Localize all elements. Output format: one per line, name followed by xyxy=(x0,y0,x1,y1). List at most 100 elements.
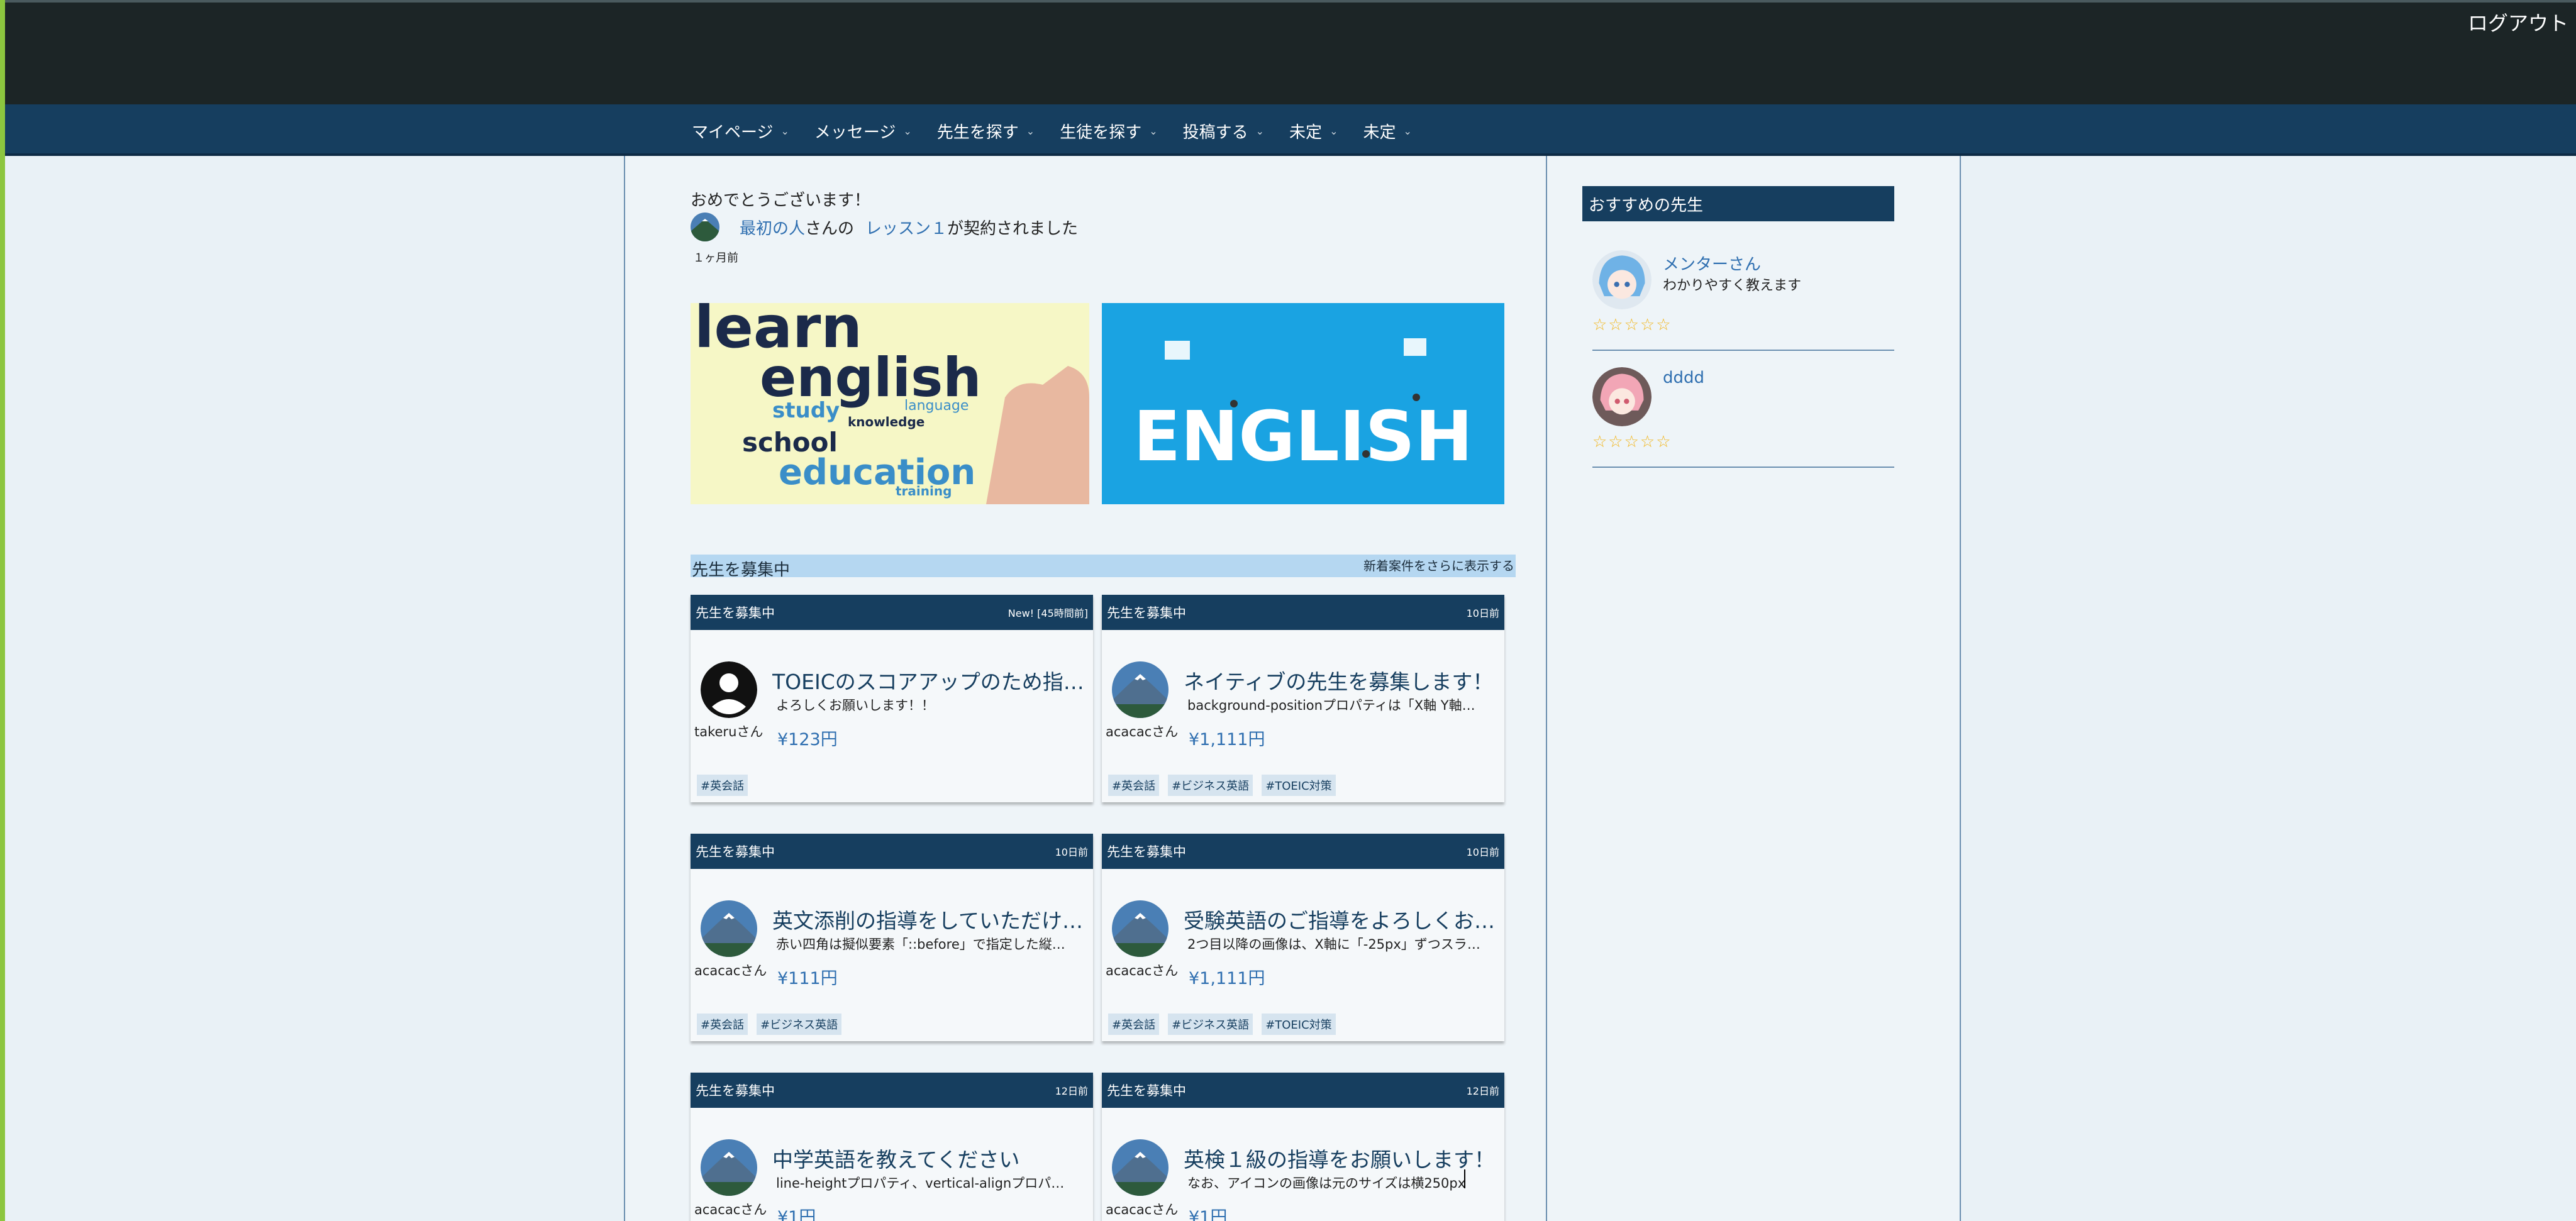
card-price: ¥1円 xyxy=(777,1208,816,1221)
svg-text:ENGLISH: ENGLISH xyxy=(1133,396,1473,477)
post-card[interactable]: 先生を募集中 12日前 acacacさん 英検１級の指導をお願いします！ なお、… xyxy=(1102,1073,1504,1221)
nav-item-label: メッセージ xyxy=(814,123,896,142)
card-time: 10日前 xyxy=(1466,607,1499,619)
notice-suffix: が契約されました xyxy=(947,219,1079,238)
nav-item-6[interactable]: 未定 ⌄ xyxy=(1363,118,1411,143)
card-title[interactable]: 中学英語を教えてください xyxy=(772,1143,1087,1173)
post-card[interactable]: 先生を募集中 New! [45時間前] takeruさん TOEICのスコアアッ… xyxy=(691,595,1093,802)
main-container: おめでとうございます！ 最初の人 さんの レッスン１ が契約されました １ヶ月前… xyxy=(624,156,1961,1221)
teacher-name[interactable]: メンターさん xyxy=(1663,251,1761,275)
nav-bar: マイページ ⌄ メッセージ ⌄ 先生を探す ⌄ 生徒を探す ⌄ 投稿する ⌄ 未定 ⌄ 未定 ⌄ xyxy=(5,104,2576,156)
avatar[interactable] xyxy=(701,661,757,718)
card-title[interactable]: 受験英語のご指導をよろしくお願いします xyxy=(1184,904,1498,934)
card-user: acacacさん xyxy=(694,1202,767,1217)
tag-list: #英会話 #ビジネス英語 #TOEIC対策 xyxy=(1108,775,1336,796)
card-desc: よろしくお願いします！！ xyxy=(776,698,935,713)
card-header: 先生を募集中 10日前 xyxy=(1102,834,1504,869)
nav-item-label: 先生を探す xyxy=(936,123,1019,142)
card-time: 10日前 xyxy=(1466,846,1499,858)
card-category: 先生を募集中 xyxy=(1107,1083,1186,1098)
notice-mid: さんの xyxy=(805,219,855,238)
nav-item-label: 生徒を探す xyxy=(1060,123,1142,142)
card-category: 先生を募集中 xyxy=(696,1083,775,1098)
english-banner[interactable]: ENGLISH xyxy=(1102,303,1504,504)
svg-text:study: study xyxy=(772,398,840,423)
card-category: 先生を募集中 xyxy=(1107,605,1186,621)
avatar[interactable] xyxy=(1592,367,1652,426)
teacher-name[interactable]: dddd xyxy=(1663,368,1704,387)
nav-item-2[interactable]: 先生を探す ⌄ xyxy=(937,118,1035,143)
nav-item-4[interactable]: 投稿する ⌄ xyxy=(1183,118,1264,143)
tag[interactable]: #英会話 xyxy=(1108,775,1160,796)
card-user: takeruさん xyxy=(694,724,763,739)
user-avatar[interactable] xyxy=(691,213,719,241)
avatar[interactable] xyxy=(1592,250,1652,309)
notice-user-link[interactable]: 最初の人 xyxy=(740,216,805,239)
congrats-text: おめでとうございます！ xyxy=(691,191,871,210)
card-price: ¥1,111円 xyxy=(1189,969,1265,988)
tag[interactable]: #英会話 xyxy=(697,775,748,796)
teacher-desc: わかりやすく教えます xyxy=(1663,278,1802,294)
chevron-down-icon: ⌄ xyxy=(1026,124,1035,137)
card-time: 12日前 xyxy=(1055,1085,1088,1097)
tag[interactable]: #TOEIC対策 xyxy=(1262,1014,1336,1035)
card-title[interactable]: 英検１級の指導をお願いします！ xyxy=(1184,1143,1498,1173)
avatar[interactable] xyxy=(1112,1139,1169,1196)
card-title[interactable]: 英文添削の指導をしていただける方を募集 xyxy=(772,904,1087,934)
card-desc: 2つ目以降の画像は、X軸に「-25px」ずつスライドさせます xyxy=(1187,937,1483,952)
nav-item-label: 未定 xyxy=(1289,123,1323,142)
post-card[interactable]: 先生を募集中 10日前 acacacさん 英文添削の指導をしていただける方を募集… xyxy=(691,834,1093,1041)
card-time: 12日前 xyxy=(1466,1085,1499,1097)
svg-text:training: training xyxy=(896,483,952,499)
post-card[interactable]: 先生を募集中 10日前 acacacさん 受験英語のご指導をよろしくお願いします… xyxy=(1102,834,1504,1041)
nav-item-3[interactable]: 生徒を探す ⌄ xyxy=(1060,118,1157,143)
svg-text:knowledge: knowledge xyxy=(848,414,924,429)
chevron-down-icon: ⌄ xyxy=(903,124,912,137)
nav-items: マイページ ⌄ メッセージ ⌄ 先生を探す ⌄ 生徒を探す ⌄ 投稿する ⌄ 未定 ⌄ 未定 ⌄ xyxy=(692,118,1437,143)
card-header: 先生を募集中 10日前 xyxy=(691,834,1093,869)
post-card[interactable]: 先生を募集中 10日前 acacacさん ネイティブの先生を募集します！ bac… xyxy=(1102,595,1504,802)
avatar[interactable] xyxy=(1112,900,1169,957)
nav-item-label: 未定 xyxy=(1363,123,1396,142)
card-header: 先生を募集中 New! [45時間前] xyxy=(691,595,1093,630)
tag-list: #英会話 #ビジネス英語 xyxy=(697,1014,842,1035)
contract-notice: 最初の人 さんの レッスン１ が契約されました xyxy=(691,213,1078,241)
teacher-item[interactable]: dddd ☆☆☆☆☆ xyxy=(1592,367,1894,468)
star-rating: ☆☆☆☆☆ xyxy=(1592,433,1672,451)
card-category: 先生を募集中 xyxy=(696,605,775,621)
tag-list: #英会話 #ビジネス英語 #TOEIC対策 xyxy=(1108,1014,1336,1035)
section-title: 先生を募集中 xyxy=(692,561,791,580)
tag-list: #英会話 xyxy=(697,775,748,796)
avatar[interactable] xyxy=(701,1139,757,1196)
tag[interactable]: #英会話 xyxy=(1108,1014,1160,1035)
card-price: ¥111円 xyxy=(777,969,838,988)
teacher-item[interactable]: メンターさん わかりやすく教えます ☆☆☆☆☆ xyxy=(1592,250,1894,351)
logout-link[interactable]: ログアウト xyxy=(2468,8,2568,36)
more-posts-link[interactable]: 新着案件をさらに表示する xyxy=(1363,556,1514,574)
nav-item-5[interactable]: 未定 ⌄ xyxy=(1289,118,1338,143)
card-desc: background-positionプロパティは「X軸 Y軸」の順で指定します xyxy=(1187,698,1483,713)
post-card[interactable]: 先生を募集中 12日前 acacacさん 中学英語を教えてください line-h… xyxy=(691,1073,1093,1221)
avatar[interactable] xyxy=(701,900,757,957)
card-desc: 赤い四角は擬似要素「::before」で指定した縦長の要素です xyxy=(776,937,1072,952)
card-title[interactable]: ネイティブの先生を募集します！ xyxy=(1184,665,1498,695)
nav-item-0[interactable]: マイページ ⌄ xyxy=(692,118,789,143)
notice-lesson-link[interactable]: レッスン１ xyxy=(865,216,947,239)
nav-item-1[interactable]: メッセージ ⌄ xyxy=(814,118,912,143)
card-desc: なお、アイコンの画像は元のサイズは横250px xyxy=(1187,1176,1466,1191)
card-title[interactable]: TOEICのスコアアップのため指導してください xyxy=(772,665,1087,695)
tag[interactable]: #ビジネス英語 xyxy=(1168,1014,1253,1035)
card-price: ¥1,111円 xyxy=(1189,730,1265,749)
card-header: 先生を募集中 10日前 xyxy=(1102,595,1504,630)
avatar[interactable] xyxy=(1112,661,1169,718)
content-column: おめでとうございます！ 最初の人 さんの レッスン１ が契約されました １ヶ月前… xyxy=(625,156,1546,1221)
tag[interactable]: #ビジネス英語 xyxy=(1168,775,1253,796)
card-header: 先生を募集中 12日前 xyxy=(691,1073,1093,1108)
tag[interactable]: #TOEIC対策 xyxy=(1262,775,1336,796)
star-rating: ☆☆☆☆☆ xyxy=(1592,316,1672,334)
tag[interactable]: #英会話 xyxy=(697,1014,748,1035)
card-header: 先生を募集中 12日前 xyxy=(1102,1073,1504,1108)
tag[interactable]: #ビジネス英語 xyxy=(757,1014,842,1035)
card-price: ¥1円 xyxy=(1189,1208,1228,1221)
learn-english-banner[interactable]: learn english study school education kno… xyxy=(691,303,1089,504)
